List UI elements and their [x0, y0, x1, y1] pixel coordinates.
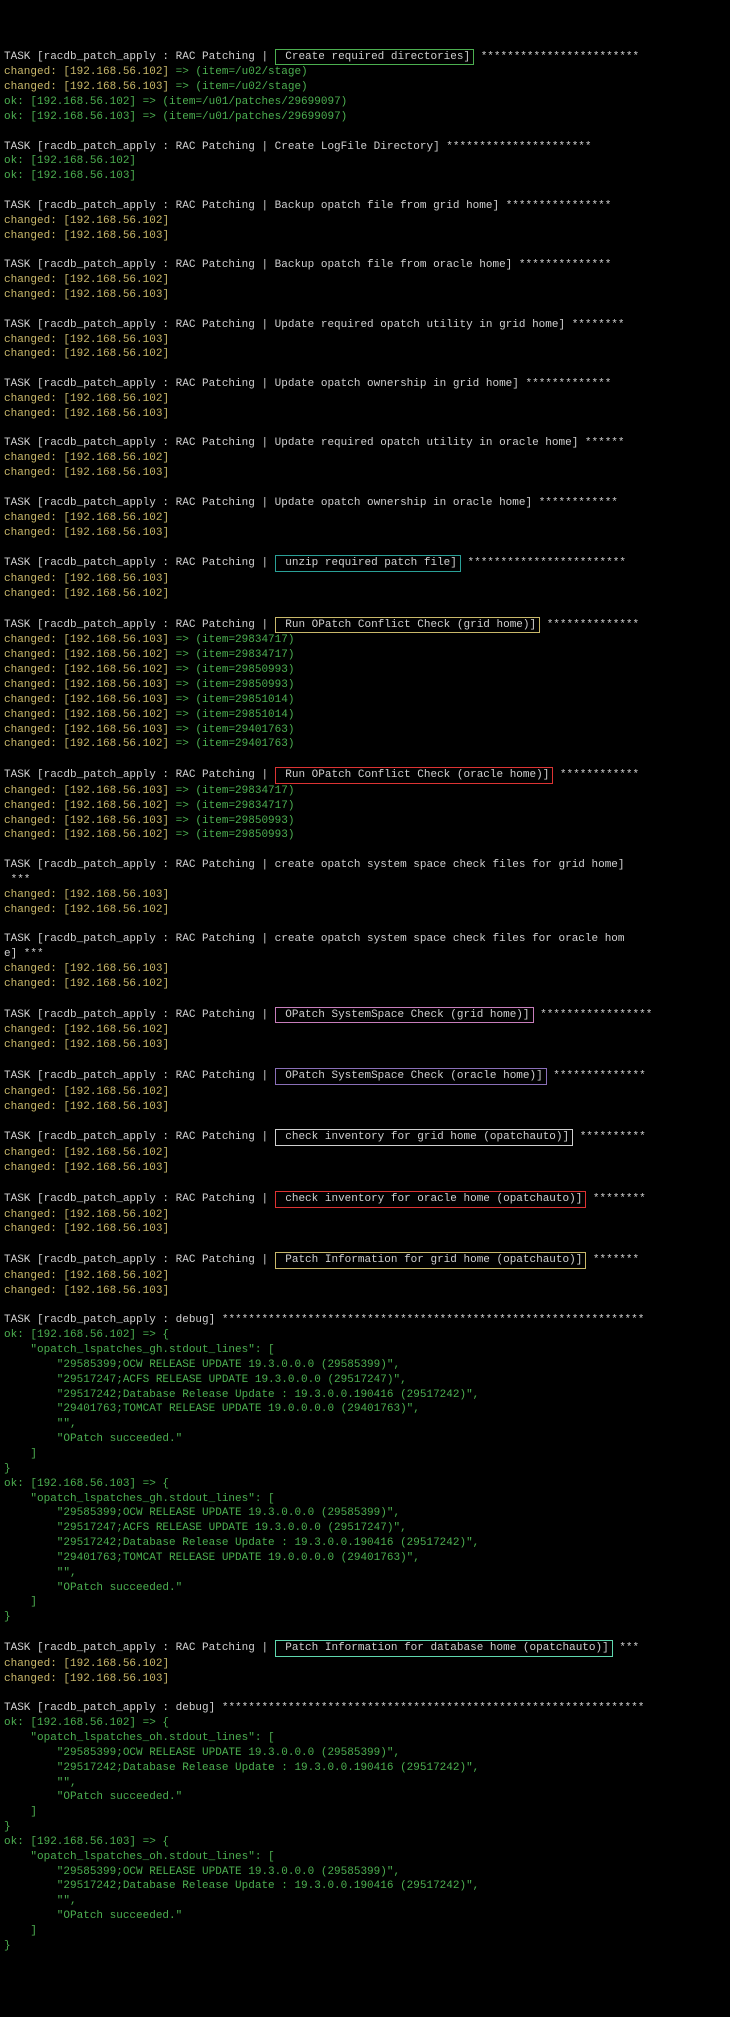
highlighted-task: Patch Information for database home (opa… — [275, 1640, 613, 1657]
terminal-output: TASK [racdb_patch_apply : RAC Patching |… — [4, 49, 726, 1954]
highlighted-task: Patch Information for grid home (opatcha… — [275, 1252, 587, 1269]
highlighted-task: OPatch SystemSpace Check (oracle home)] — [275, 1068, 547, 1085]
highlighted-task: check inventory for oracle home (opatcha… — [275, 1191, 587, 1208]
highlighted-task: check inventory for grid home (opatchaut… — [275, 1129, 573, 1146]
highlighted-task: Run OPatch Conflict Check (oracle home)] — [275, 767, 554, 784]
highlighted-task: unzip required patch file] — [275, 555, 461, 572]
highlighted-task: Create required directories] — [275, 49, 474, 66]
highlighted-task: Run OPatch Conflict Check (grid home)] — [275, 617, 540, 634]
highlighted-task: OPatch SystemSpace Check (grid home)] — [275, 1007, 534, 1024]
